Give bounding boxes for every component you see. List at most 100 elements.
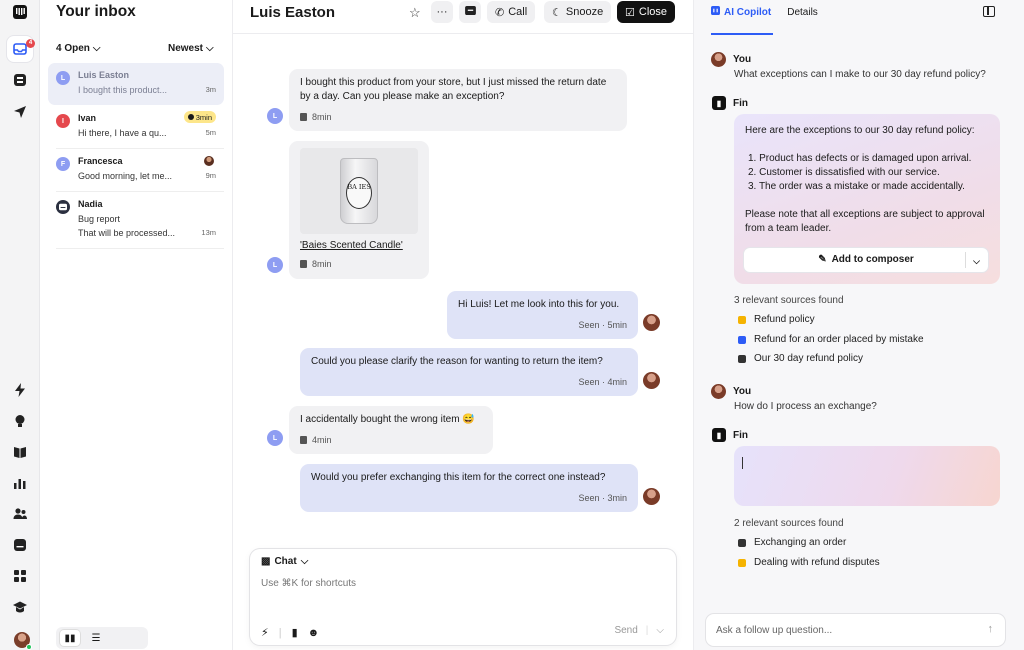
bookmark-icon[interactable]: ▮ [292, 626, 298, 639]
copilot-icon [711, 6, 720, 18]
send-icon[interactable] [12, 104, 28, 120]
ticket-icon [464, 6, 476, 18]
snooze-label: Snooze [565, 6, 604, 18]
inbox-panel: Your inbox 4 Open ⌵ Newest ⌵ L Luis East… [40, 0, 233, 650]
composer-mode-label: Chat [274, 556, 297, 567]
people-icon[interactable] [12, 506, 28, 522]
sort-label: Newest [168, 43, 204, 54]
source-link[interactable]: Our 30 day refund policy [738, 353, 863, 364]
article-icon [738, 538, 746, 547]
add-to-composer-label: Add to composer [831, 254, 914, 265]
ticket-button[interactable] [459, 1, 481, 23]
chevron-down-icon: ⌵ [206, 43, 214, 54]
close-conversation-icon: ☑ [625, 6, 635, 19]
question-author: You [711, 384, 751, 399]
source-link[interactable]: Refund for an order placed by mistake [738, 334, 924, 345]
add-to-composer-button[interactable]: ✎ Add to composer ⌵ [744, 248, 988, 272]
message-status: Seen · 5min [578, 320, 627, 330]
close-label: Close [638, 6, 667, 18]
author-name: You [733, 54, 752, 65]
source-link[interactable]: Dealing with refund disputes [738, 557, 880, 568]
customer-message: I bought this product from your store, b… [289, 69, 627, 131]
graduation-cap-icon[interactable] [12, 599, 28, 615]
clock-icon [187, 114, 194, 120]
product-link[interactable]: 'Baies Scented Candle' [300, 239, 418, 253]
reply-input[interactable]: Use ⌘K for shortcuts [261, 578, 356, 589]
composer-mode-dropdown[interactable]: ▩ Chat ⌵ [261, 556, 308, 567]
generating-answer-card [734, 446, 1000, 506]
call-label: Call [508, 6, 528, 18]
tab-label: Details [787, 6, 818, 18]
divider [56, 248, 224, 249]
conversation-name: Francesca [78, 156, 123, 166]
avatar: L [56, 71, 70, 85]
conversation-time: 13m [201, 228, 216, 237]
close-button[interactable]: ☑ Close [617, 1, 675, 23]
customer-avatar: L [267, 257, 283, 273]
follow-up-input[interactable]: Ask a follow up question... ↑ [706, 614, 1005, 646]
chevron-down-icon[interactable]: ⌵ [656, 625, 664, 636]
chevron-down-icon: ⌵ [92, 43, 101, 54]
read-icon [300, 260, 307, 268]
chevron-down-icon[interactable]: ⌵ [973, 254, 980, 268]
tab-label: AI Copilot [724, 6, 772, 18]
fin-icon: ▮ [712, 428, 726, 442]
emoji-icon[interactable]: ☻ [308, 627, 320, 639]
message-icon [59, 203, 67, 211]
list-view-icon[interactable]: ☰ [86, 630, 106, 646]
agent-message: Could you please clarify the reason for … [300, 348, 638, 396]
star-icon[interactable]: ☆ [409, 5, 421, 21]
answer-author: ▮ Fin [712, 428, 748, 442]
answer-list: 1. Product has defects or is damaged upo… [745, 152, 989, 194]
conversation-header: Luis Easton ☆ ··· ✆ Call ☾ Snooze ☑ Clos… [233, 0, 693, 34]
conversation-item-luis[interactable]: L Luis Easton I bought this product... 3… [48, 63, 224, 105]
snooze-button[interactable]: ☾ Snooze [544, 1, 612, 23]
apps-icon[interactable] [12, 568, 28, 584]
call-button[interactable]: ✆ Call [487, 1, 536, 23]
sort-dropdown[interactable]: Newest ⌵ [168, 43, 214, 54]
app-logo-icon[interactable] [12, 4, 28, 20]
assignee-avatar [204, 156, 214, 166]
send-button[interactable]: Send [614, 625, 637, 636]
online-status-icon [26, 644, 32, 650]
chat-bubble-icon [738, 335, 746, 344]
conversation-item-ivan[interactable]: I Ivan 3min Hi there, I have a qu... 5m [48, 106, 224, 148]
tab-details[interactable]: Details [787, 6, 818, 18]
lightning-icon[interactable]: ⚡︎ [261, 626, 269, 639]
tab-ai-copilot[interactable]: AI Copilot [711, 6, 771, 18]
source-link[interactable]: Refund policy [738, 314, 815, 325]
panel-layout-icon[interactable] [983, 6, 995, 17]
lightning-icon[interactable] [12, 382, 28, 398]
product-card-message: BA IES 'Baies Scented Candle' 8min [289, 141, 429, 279]
source-link[interactable]: Exchanging an order [738, 537, 846, 548]
view-toggle: ▮▮ ☰ [56, 627, 148, 649]
conversation-item-nadia[interactable]: Nadia Bug report That will be processed.… [48, 192, 224, 246]
message-time: 4min [312, 435, 332, 445]
more-button[interactable]: ··· [431, 1, 453, 23]
conversation-time: 9m [205, 171, 216, 180]
book-icon[interactable] [12, 444, 28, 460]
question-author: You [711, 52, 751, 67]
author-name: Fin [733, 97, 748, 109]
contacts-icon[interactable] [12, 72, 28, 88]
composer-toolbar: ⚡︎ | ▮ ☻ [261, 626, 320, 640]
book-icon [738, 354, 746, 363]
inbox-title: Your inbox [56, 3, 136, 20]
message-status: Seen · 4min [578, 377, 627, 387]
conversation-item-francesca[interactable]: F Francesca Good morning, let me... 9m [48, 149, 224, 191]
message-icon[interactable] [12, 537, 28, 553]
arrow-up-icon[interactable]: ↑ [988, 623, 994, 635]
avatar [56, 200, 70, 214]
open-filter-dropdown[interactable]: 4 Open ⌵ [56, 43, 101, 54]
sla-timer-badge: 3min [183, 111, 216, 123]
source-label: Exchanging an order [754, 537, 847, 548]
bulb-icon[interactable] [12, 413, 28, 429]
columns-view-icon[interactable]: ▮▮ [60, 630, 80, 646]
message-text: Hi Luis! Let me look into this for you. [458, 299, 620, 310]
answer-list-item: 1. Product has defects or is damaged upo… [748, 153, 972, 164]
product-image[interactable]: BA IES [300, 148, 418, 234]
reply-composer: ▩ Chat ⌵ Use ⌘K for shortcuts ⚡︎ | ▮ ☻ S… [250, 549, 676, 645]
source-label: Refund for an order placed by mistake [754, 334, 924, 345]
lock-icon [738, 315, 746, 324]
chart-icon[interactable] [12, 475, 28, 491]
